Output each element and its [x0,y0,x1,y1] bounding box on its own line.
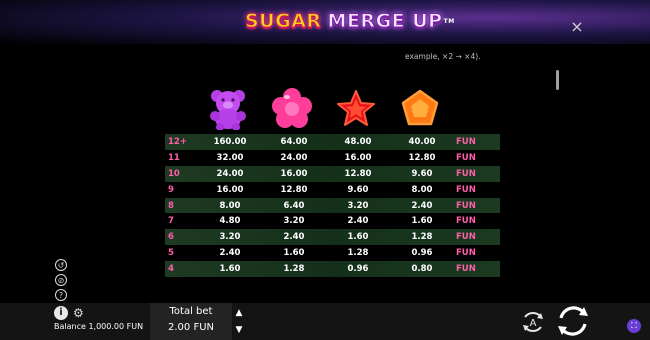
help-icon[interactable]: ? [55,289,67,301]
currency-label: FUN [456,136,476,147]
scrollbar[interactable] [556,70,559,90]
payout-value: 0.96 [347,264,369,275]
payout-value: 2.40 [347,216,369,227]
payout-value: 12.80 [408,152,436,163]
paytable-row: 9 16.00 12.80 9.60 8.00 FUN [165,181,500,198]
purple-bear-icon [210,90,246,130]
close-icon[interactable]: × [570,19,584,35]
payout-value: 16.00 [344,152,372,163]
payout-value: 64.00 [280,136,308,147]
currency-label: FUN [456,216,476,227]
symbol-header [200,88,460,132]
payout-value: 0.80 [411,264,433,275]
total-bet-box: Total bet 2.00 FUN [150,303,232,340]
balance-display: Balance 1,000.00 FUN [54,322,143,331]
payout-value: 4.80 [219,216,241,227]
paytable-row: 10 24.00 16.00 12.80 9.60 FUN [165,165,500,182]
red-star-candy-icon [337,90,375,126]
paytable-row: 4 1.60 1.28 0.96 0.80 FUN [165,261,500,278]
payout-value: 6.40 [283,200,305,211]
payout-value: 24.00 [216,168,244,179]
spin-button[interactable] [556,304,590,338]
balance-value: 1,000.00 FUN [88,322,144,331]
payout-value: 1.28 [283,264,305,275]
payout-value: 1.60 [411,216,433,227]
payout-value: 3.20 [219,232,241,243]
payout-value: 160.00 [213,136,247,147]
payout-value: 8.00 [219,200,241,211]
payout-value: 1.60 [219,264,241,275]
logo-trademark: TM [443,17,455,25]
logo-word-merge-up: MERGE UP [327,10,443,33]
payout-value: 24.00 [280,152,308,163]
payout-value: 3.20 [347,200,369,211]
paytable: 12+ 160.00 64.00 48.00 40.00 FUN 11 32.00 24.00 1… [165,134,500,278]
payout-value: 1.60 [283,248,305,259]
payout-value: 16.00 [280,168,308,179]
payout-value: 32.00 [216,152,244,163]
payout-value: 3.20 [283,216,305,227]
autoplay-button[interactable]: A [520,309,546,335]
paytable-row: 7 4.80 3.20 2.40 1.60 FUN [165,213,500,230]
row-count-label: 10 [168,168,180,179]
payout-value: 48.00 [344,136,372,147]
paytable-row: 12+ 160.00 64.00 48.00 40.00 FUN [165,134,500,150]
fullscreen-icon[interactable]: ⛶ [627,319,641,333]
payout-value: 12.80 [344,168,372,179]
payout-value: 1.28 [411,232,433,243]
game-logo: SUGAR MERGE UP TM [245,6,455,36]
currency-label: FUN [456,248,476,259]
currency-label: FUN [456,200,476,211]
gear-icon[interactable]: ⚙ [73,306,84,320]
payout-value: 8.00 [411,184,433,195]
row-count-label: 8 [168,200,174,211]
payout-value: 1.60 [347,232,369,243]
payout-value: 1.28 [347,248,369,259]
bet-increase-button[interactable]: ▲ [234,309,244,318]
payout-value: 40.00 [408,136,436,147]
autoplay-label: A [530,318,537,329]
history-icon[interactable]: ↺ [55,259,67,271]
payout-value: 12.80 [280,184,308,195]
bet-decrease-button[interactable]: ▼ [234,326,244,335]
logo-word-sugar: SUGAR [245,10,322,33]
payout-value: 9.60 [347,184,369,195]
payout-value: 16.00 [216,184,244,195]
total-bet-value: 2.00 FUN [168,322,214,333]
currency-label: FUN [456,264,476,275]
currency-label: FUN [456,152,476,163]
row-count-label: 11 [168,152,180,163]
paytable-row: 6 3.20 2.40 1.60 1.28 FUN [165,229,500,246]
row-count-label: 9 [168,184,174,195]
payout-value: 9.60 [411,168,433,179]
row-count-label: 6 [168,232,174,243]
total-bet-label: Total bet [169,306,213,317]
info-icon[interactable]: i [54,306,68,320]
row-count-label: 4 [168,264,174,275]
paytable-row: 8 8.00 6.40 3.20 2.40 FUN [165,197,500,214]
balance-label: Balance [54,322,86,331]
currency-label: FUN [456,232,476,243]
payout-value: 2.40 [219,248,241,259]
currency-label: FUN [456,184,476,195]
row-count-label: 7 [168,216,174,227]
row-count-label: 12+ [168,136,187,147]
paytable-note: example, ×2 → ×4). [405,52,481,61]
row-count-label: 5 [168,248,174,259]
pink-flower-candy-icon [272,88,312,128]
responsible-gaming-icon[interactable]: ⊘ [55,274,67,286]
payout-value: 2.40 [283,232,305,243]
currency-label: FUN [456,168,476,179]
payout-value: 0.96 [411,248,433,259]
paytable-row: 11 32.00 24.00 16.00 12.80 FUN [165,149,500,166]
payout-value: 2.40 [411,200,433,211]
orange-pentagon-candy-icon [401,89,439,126]
paytable-row: 5 2.40 1.60 1.28 0.96 FUN [165,245,500,262]
